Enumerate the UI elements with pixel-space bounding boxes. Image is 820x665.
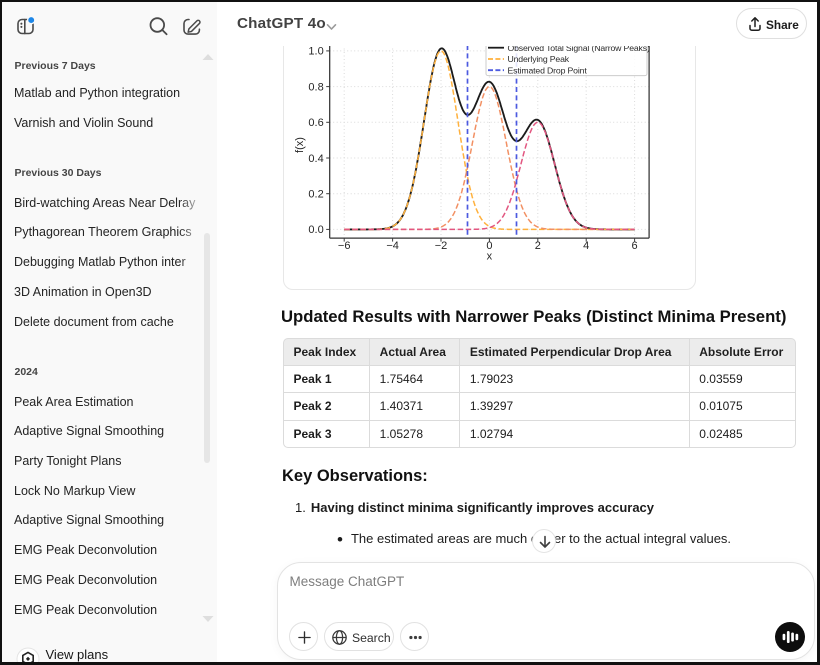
svg-text:6: 6 xyxy=(632,240,638,252)
svg-text:f(x): f(x) xyxy=(294,137,306,153)
svg-text:4: 4 xyxy=(583,240,589,252)
svg-text:−2: −2 xyxy=(435,240,448,252)
svg-text:0.4: 0.4 xyxy=(308,153,323,165)
svg-text:0.8: 0.8 xyxy=(308,81,323,93)
svg-text:−6: −6 xyxy=(338,240,351,252)
svg-text:0.2: 0.2 xyxy=(308,189,323,201)
svg-text:−4: −4 xyxy=(386,240,399,252)
svg-text:0.0: 0.0 xyxy=(308,224,323,236)
svg-text:2: 2 xyxy=(535,240,541,252)
svg-text:Underlying Peak: Underlying Peak xyxy=(508,54,570,64)
svg-text:1.0: 1.0 xyxy=(308,46,323,58)
svg-text:x: x xyxy=(487,251,493,263)
svg-text:0.6: 0.6 xyxy=(308,117,323,129)
svg-text:Estimated Drop Point: Estimated Drop Point xyxy=(508,65,588,75)
svg-text:Observed Total Signal (Narrow: Observed Total Signal (Narrow Peaks) xyxy=(508,45,650,53)
